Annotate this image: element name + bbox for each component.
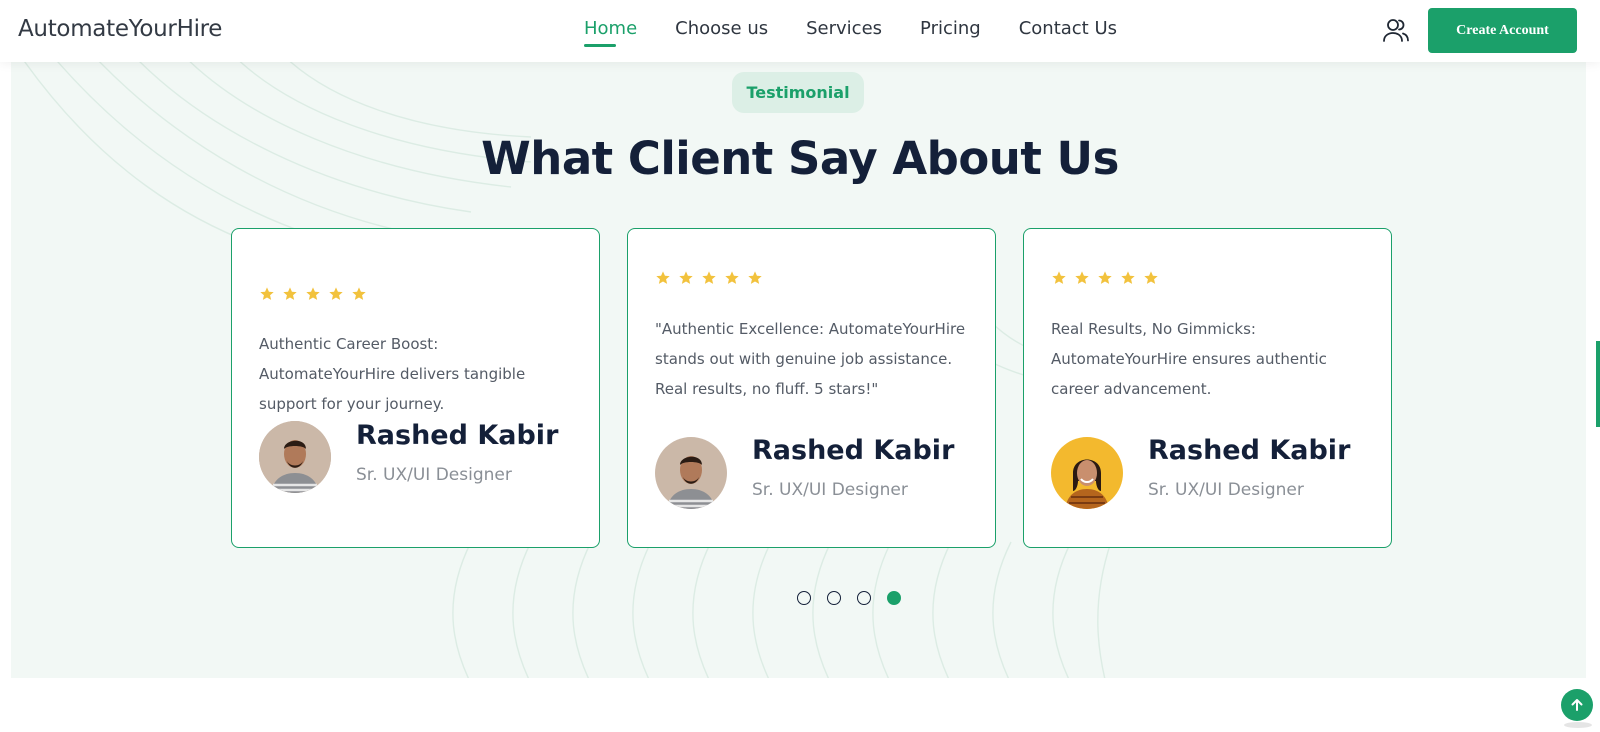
create-account-button[interactable]: Create Account — [1428, 8, 1577, 53]
star-icon — [1144, 271, 1158, 284]
star-icon — [679, 271, 693, 284]
arrow-up-icon — [1571, 699, 1583, 711]
star-icon — [306, 287, 320, 300]
star-icon — [283, 287, 297, 300]
testimonial-card: Authentic Career Boost: AutomateYourHire… — [231, 228, 600, 548]
star-icon — [656, 271, 670, 284]
reviewer-name: Rashed Kabir — [752, 435, 955, 466]
reviewer-role: Sr. UX/UI Designer — [356, 465, 512, 485]
star-icon — [1121, 271, 1135, 284]
main-nav: Home Choose us Services Pricing Contact … — [584, 18, 1117, 47]
star-icon — [725, 271, 739, 284]
star-icon — [702, 271, 716, 284]
reviewer-role: Sr. UX/UI Designer — [1148, 480, 1304, 500]
testimonial-quote: Real Results, No Gimmicks: AutomateYourH… — [1051, 320, 1327, 398]
rating-stars — [655, 270, 763, 286]
star-icon — [260, 287, 274, 300]
reviewer-role: Sr. UX/UI Designer — [752, 480, 908, 500]
users-icon[interactable] — [1382, 16, 1410, 44]
avatar — [1051, 437, 1123, 509]
nav-home[interactable]: Home — [584, 18, 637, 47]
testimonial-card: "Authentic Excellence: AutomateYourHire … — [627, 228, 996, 548]
star-icon — [1075, 271, 1089, 284]
pagination-dot-2[interactable] — [827, 591, 841, 605]
nav-contact-us[interactable]: Contact Us — [1019, 18, 1117, 47]
nav-services[interactable]: Services — [806, 18, 882, 47]
scroll-indicator — [1596, 341, 1600, 427]
scroll-top-shadow — [1564, 722, 1592, 728]
nav-pricing[interactable]: Pricing — [920, 18, 981, 47]
pagination-dot-3[interactable] — [857, 591, 871, 605]
star-icon — [1052, 271, 1066, 284]
site-header: AutomateYourHire Home Choose us Services… — [0, 0, 1600, 62]
testimonial-quote: "Authentic Excellence: AutomateYourHire … — [655, 320, 966, 398]
star-icon — [329, 287, 343, 300]
avatar — [259, 421, 331, 493]
pagination-dot-4[interactable] — [887, 591, 901, 605]
carousel-pagination — [797, 591, 901, 605]
testimonial-quote: Authentic Career Boost: AutomateYourHire… — [259, 335, 526, 413]
reviewer-name: Rashed Kabir — [1148, 435, 1351, 466]
reviewer-name: Rashed Kabir — [356, 420, 559, 451]
nav-choose-us[interactable]: Choose us — [675, 18, 768, 47]
avatar — [655, 437, 727, 509]
star-icon — [748, 271, 762, 284]
rating-stars — [259, 286, 367, 302]
star-icon — [352, 287, 366, 300]
brand-logo[interactable]: AutomateYourHire — [18, 16, 222, 42]
rating-stars — [1051, 270, 1159, 286]
pagination-dot-1[interactable] — [797, 591, 811, 605]
section-title: What Client Say About Us — [481, 132, 1119, 185]
testimonial-badge: Testimonial — [732, 72, 864, 113]
star-icon — [1098, 271, 1112, 284]
scroll-to-top-button[interactable] — [1561, 689, 1593, 721]
testimonial-card: Real Results, No Gimmicks: AutomateYourH… — [1023, 228, 1392, 548]
